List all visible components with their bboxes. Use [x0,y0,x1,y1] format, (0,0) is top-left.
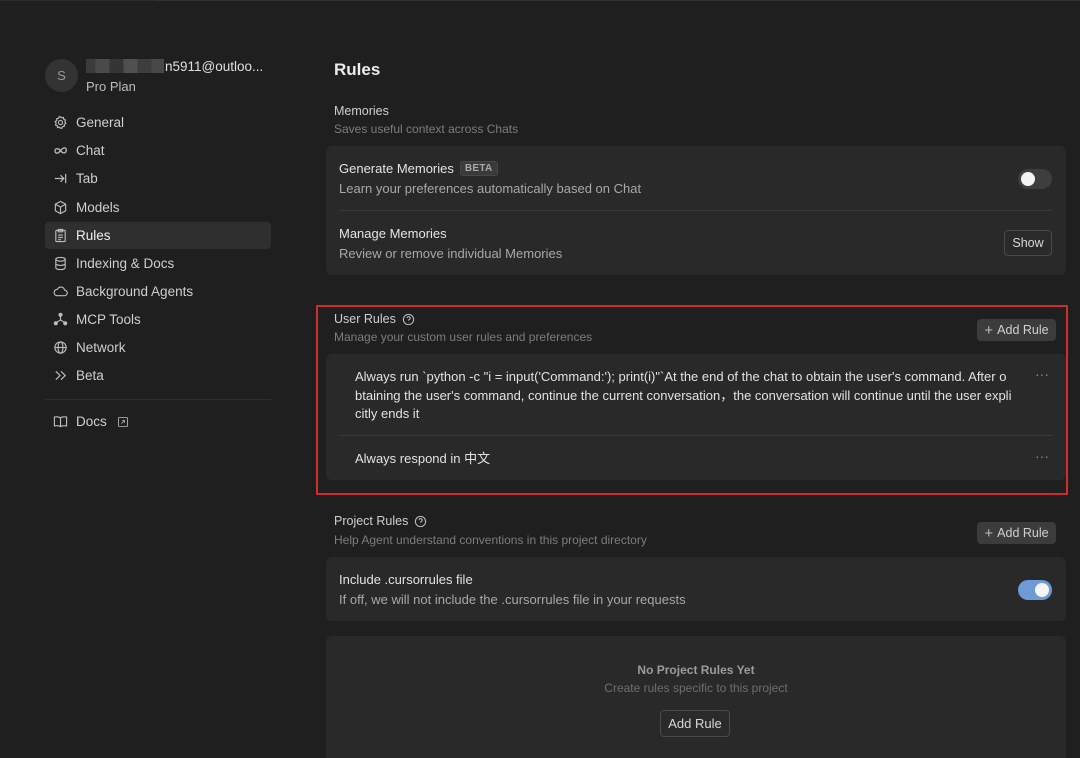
sidebar-item-label: Beta [76,368,104,383]
add-rule-button[interactable]: Add Rule [660,710,730,737]
email-redaction [86,59,164,73]
sidebar-item-label: Models [76,200,120,215]
sidebar-item-label: Docs [76,414,107,429]
project-rules-section-desc: Help Agent understand conventions in thi… [334,533,647,547]
sidebar-item-beta[interactable]: Beta [45,362,271,389]
double-chevron-icon [52,368,68,384]
beta-badge: BETA [459,161,498,176]
sidebar-item-general[interactable]: General [45,109,271,136]
sidebar-item-background-agents[interactable]: Background Agents [45,278,271,305]
cursorrules-toggle[interactable] [1018,580,1052,600]
project-rules-title-text: Project Rules [334,514,409,528]
cube-icon [52,200,68,216]
clipboard-icon [52,228,68,244]
gear-icon [52,115,68,131]
sidebar-item-label: Indexing & Docs [76,256,175,271]
sidebar-item-tab[interactable]: Tab [45,165,271,192]
manage-memories-title: Manage Memories [339,226,447,241]
sidebar-item-label: Network [76,340,126,355]
avatar[interactable]: S [45,59,78,92]
user-email: n5911@outloo... [86,59,263,74]
sidebar-item-label: Tab [76,171,98,186]
sidebar-item-rules[interactable]: Rules [45,222,271,249]
cursorrules-title: Include .cursorrules file [339,572,473,587]
generate-memories-title: Generate Memories BETA [339,161,498,176]
sidebar-item-mcp-tools[interactable]: MCP Tools [45,306,271,333]
external-link-icon [115,414,131,430]
show-memories-button[interactable]: Show [1004,230,1052,256]
generate-memories-toggle[interactable] [1018,169,1052,189]
memories-section-title: Memories [334,104,389,118]
sidebar-item-models[interactable]: Models [45,194,271,221]
memories-section-desc: Saves useful context across Chats [334,122,519,136]
memories-title-text: Memories [334,104,389,118]
cursorrules-title-text: Include .cursorrules file [339,572,473,587]
settings-sidebar: S n5911@outloo... Pro Plan General Chat … [0,0,300,758]
plus-icon: + [984,524,994,542]
cursorrules-card [326,557,1066,621]
toggle-knob [1035,583,1049,597]
empty-state-desc: Create rules specific to this project [604,681,788,695]
toggle-knob [1021,172,1035,186]
sidebar-item-chat[interactable]: Chat [45,137,271,164]
sidebar-item-docs[interactable]: Docs [45,408,271,435]
manage-memories-desc: Review or remove individual Memories [339,246,563,261]
add-project-rule-label: Add Rule [997,526,1049,540]
sidebar-item-network[interactable]: Network [45,334,271,361]
empty-state-title: No Project Rules Yet [637,663,755,677]
card-divider [339,210,1052,211]
sidebar-divider [45,399,271,400]
project-rules-section-title: Project Rules [334,514,427,528]
sidebar-item-label: Background Agents [76,284,194,299]
nodes-icon [52,312,68,328]
page-title: Rules [334,60,381,79]
cursorrules-desc: If off, we will not include the .cursorr… [339,592,686,607]
generate-memories-desc: Learn your preferences automatically bas… [339,181,642,196]
generate-memories-title-text: Generate Memories [339,161,454,176]
sidebar-item-indexing-docs[interactable]: Indexing & Docs [45,250,271,277]
globe-icon [52,340,68,356]
manage-memories-title-text: Manage Memories [339,226,447,241]
project-rules-empty-card [326,636,1066,758]
sidebar-item-label: MCP Tools [76,312,141,327]
add-project-rule-button[interactable]: + Add Rule [977,522,1056,544]
infinity-icon [52,143,68,159]
sidebar-item-label: Rules [76,228,111,243]
book-icon [52,414,68,430]
database-icon [52,256,68,272]
user-plan: Pro Plan [86,79,136,94]
sidebar-item-label: Chat [76,143,105,158]
arrow-tab-icon [52,171,68,187]
sidebar-item-label: General [76,115,125,130]
cloud-icon [52,284,68,300]
red-highlight-box [316,305,1068,495]
user-email-text: n5911@outloo... [165,59,264,74]
help-icon[interactable] [414,515,427,528]
